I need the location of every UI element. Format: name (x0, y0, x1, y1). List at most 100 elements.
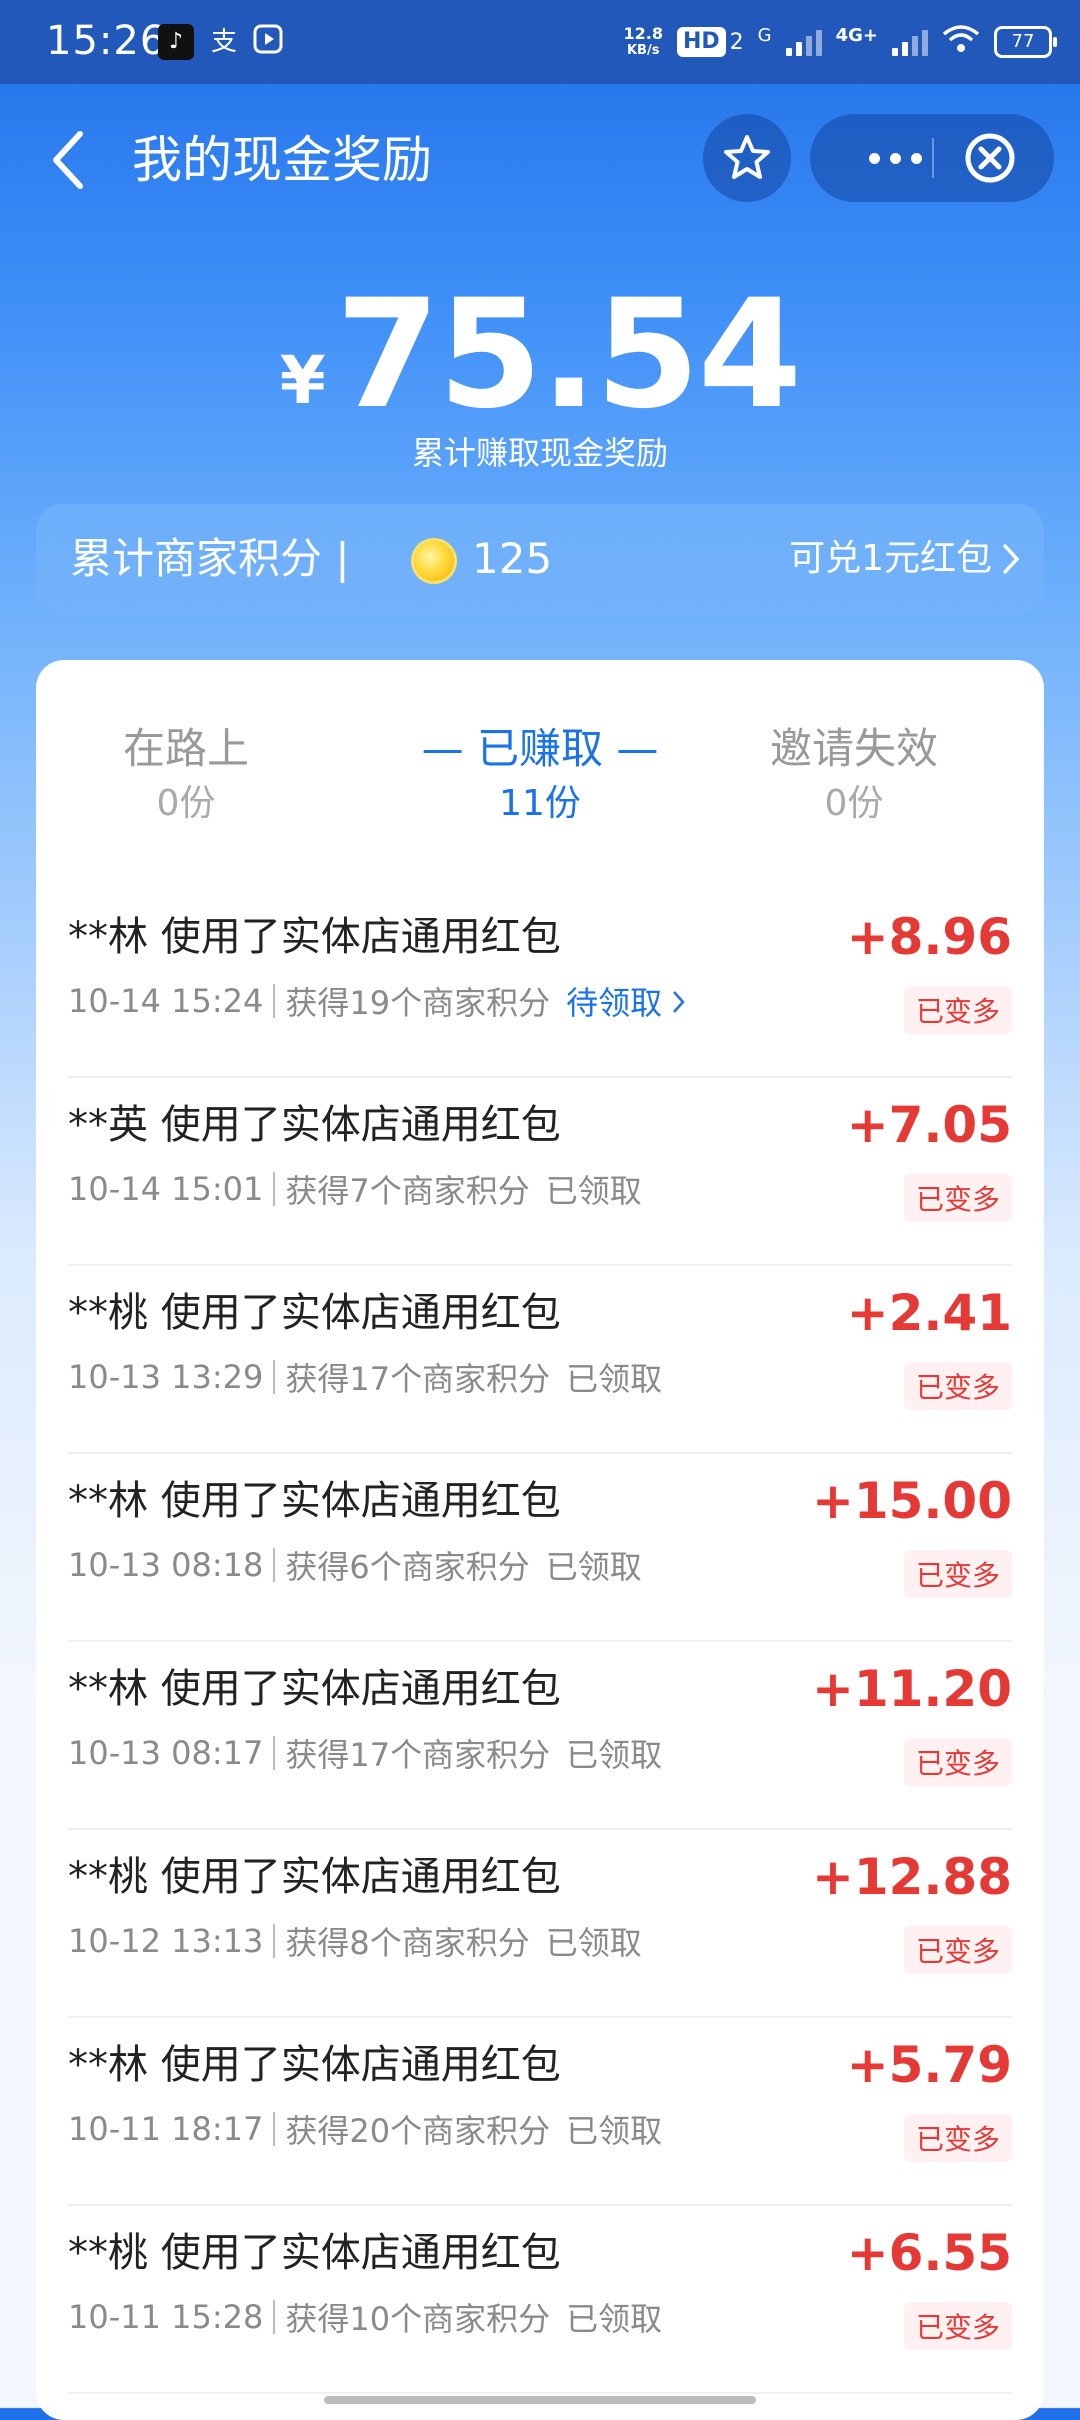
record-time: 10-11 15:28 (68, 2298, 264, 2336)
list-item[interactable]: **林 使用了实体店通用红包 10-13 08:18 获得6个商家积分 已领取 … (68, 1454, 1012, 1642)
record-amount: +6.55 (846, 2224, 1012, 2282)
coin-icon (414, 541, 454, 581)
points-bar[interactable]: 累计商家积分 | 125 可兑1元红包 (36, 504, 1044, 614)
tab-count: 0份 (824, 783, 884, 824)
record-title: **林 使用了实体店通用红包 (68, 1478, 561, 1524)
record-points: 获得20个商家积分 (285, 2112, 551, 2150)
record-time: 10-14 15:24 (68, 982, 264, 1020)
record-points: 获得10个商家积分 (285, 2300, 551, 2338)
record-amount: +11.20 (811, 1660, 1012, 1718)
mini-program-capsule (810, 114, 1054, 202)
hd-sub: 2 (729, 29, 744, 55)
favorite-button[interactable] (703, 114, 791, 202)
record-title: **林 使用了实体店通用红包 (68, 1666, 561, 1712)
record-status: 已领取 (545, 1548, 642, 1586)
exchange-label: 可兑1元红包 (789, 538, 992, 579)
back-button[interactable] (44, 122, 94, 198)
status-time: 15:26 (46, 18, 167, 64)
tab-count: 0份 (156, 783, 216, 824)
record-meta: 10-13 08:17 获得17个商家积分 已领取 (68, 1730, 662, 1776)
record-status: 已领取 (545, 1924, 642, 1962)
capsule-divider (932, 138, 934, 178)
list-item[interactable]: **林 使用了实体店通用红包 10-14 15:24 获得19个商家积分 待领取… (68, 890, 1012, 1078)
list-item[interactable]: **林 使用了实体店通用红包 10-13 08:17 获得17个商家积分 已领取… (68, 1642, 1012, 1830)
record-title: **林 使用了实体店通用红包 (68, 2042, 561, 2088)
page-title: 我的现金奖励 (132, 131, 432, 189)
claim-link[interactable]: 待领取 (566, 978, 686, 1024)
record-meta: 10-13 13:29 获得17个商家积分 已领取 (68, 1354, 662, 1400)
record-status: 已领取 (566, 2112, 663, 2150)
record-amount: +8.96 (846, 908, 1012, 966)
more-button[interactable] (850, 114, 940, 202)
more-icon (868, 152, 880, 164)
record-meta: 10-14 15:01 获得7个商家积分 已领取 (68, 1166, 642, 1212)
tab-count: 11份 (499, 783, 581, 824)
exchange-link[interactable]: 可兑1元红包 (789, 504, 1020, 614)
list-item[interactable]: **桃 使用了实体店通用红包 10-11 15:28 获得10个商家积分 已领取… (68, 2206, 1012, 2394)
amount-label: 累计赚取现金奖励 (411, 434, 668, 472)
record-status: 已领取 (566, 2300, 663, 2338)
record-time: 10-12 13:13 (68, 1922, 264, 1960)
chevron-right-icon (1003, 544, 1020, 574)
status-badge: 已变多 (903, 1174, 1012, 1222)
record-list: **林 使用了实体店通用红包 10-14 15:24 获得19个商家积分 待领取… (68, 890, 1012, 2394)
status-badge: 已变多 (903, 1738, 1012, 1786)
back-icon (53, 131, 83, 189)
status-badge: 已变多 (903, 2302, 1012, 2350)
record-points: 获得6个商家积分 (285, 1548, 530, 1586)
record-points: 获得8个商家积分 (285, 1924, 530, 1962)
tab-label: 在路上 (122, 724, 249, 773)
record-time: 10-13 08:17 (68, 1734, 264, 1772)
record-title: **桃 使用了实体店通用红包 (68, 2230, 561, 2276)
signal-icon (785, 28, 822, 56)
record-title: **桃 使用了实体店通用红包 (68, 1290, 561, 1336)
record-title: **林 使用了实体店通用红包 (68, 914, 561, 960)
record-time: 10-13 13:29 (68, 1358, 264, 1396)
list-item[interactable]: **英 使用了实体店通用红包 10-14 15:01 获得7个商家积分 已领取 … (68, 1078, 1012, 1266)
record-meta: 10-11 15:28 获得10个商家积分 已领取 (68, 2294, 662, 2340)
4g-label: 4G+ (835, 24, 878, 46)
record-time: 10-13 08:18 (68, 1546, 264, 1584)
rewards-card: 在路上 0份 已赚取 11份 邀请失效 0份 **林 使用了实体店通用红包 10… (36, 660, 1044, 2420)
status-badge: 已变多 (903, 986, 1012, 1034)
home-indicator[interactable] (324, 2396, 756, 2404)
record-status: 已领取 (566, 1360, 663, 1398)
status-bar: 15:26 ♪ 支 12.8 KB/s HD 2 G 4G+ 77 (0, 0, 1080, 84)
tab-bar: 在路上 0份 已赚取 11份 邀请失效 0份 (36, 720, 1044, 840)
signal-icon-2 (892, 28, 928, 56)
chevron-right-icon (673, 991, 685, 1013)
currency-symbol: ¥ (279, 342, 326, 419)
status-badge: 已变多 (903, 1926, 1012, 1974)
record-title: **英 使用了实体店通用红包 (68, 1102, 561, 1148)
star-icon (724, 135, 770, 179)
tab-label: 邀请失效 (769, 724, 938, 773)
g-signal-label: G (757, 24, 772, 46)
amount-value: 75.54 (335, 268, 802, 442)
record-meta: 10-11 18:17 获得20个商家积分 已领取 (68, 2106, 662, 2152)
record-amount: +12.88 (811, 1848, 1012, 1906)
record-amount: +5.79 (846, 2036, 1012, 2094)
record-meta: 10-13 08:18 获得6个商家积分 已领取 (68, 1542, 642, 1588)
list-item[interactable]: **桃 使用了实体店通用红包 10-13 13:29 获得17个商家积分 已领取… (68, 1266, 1012, 1454)
record-meta: 10-12 13:13 获得8个商家积分 已领取 (68, 1918, 642, 1964)
record-amount: +7.05 (846, 1096, 1012, 1154)
close-button[interactable] (962, 130, 1018, 186)
list-item[interactable]: **桃 使用了实体店通用红包 10-12 13:13 获得8个商家积分 已领取 … (68, 1830, 1012, 2018)
tiktok-icon: ♪ (158, 24, 194, 60)
tab-earned[interactable]: 已赚取 11份 (390, 720, 690, 830)
battery-icon: 77 (994, 26, 1057, 58)
wifi-icon (942, 24, 980, 60)
play-icon (250, 24, 286, 60)
status-badge: 已变多 (903, 1362, 1012, 1410)
record-time: 10-11 18:17 (68, 2110, 264, 2148)
record-points: 获得7个商家积分 (285, 1172, 530, 1210)
record-points: 获得19个商家积分 (285, 984, 551, 1022)
record-status: 已领取 (566, 1736, 663, 1774)
close-icon (965, 133, 1015, 183)
tab-in-transit[interactable]: 在路上 0份 (36, 720, 336, 830)
hd-icon: HD (676, 27, 726, 57)
record-title: **桃 使用了实体店通用红包 (68, 1854, 561, 1900)
points-label: 累计商家积分 | (70, 534, 350, 583)
list-item[interactable]: **林 使用了实体店通用红包 10-11 18:17 获得20个商家积分 已领取… (68, 2018, 1012, 2206)
tab-invite-expired[interactable]: 邀请失效 0份 (704, 720, 1004, 830)
